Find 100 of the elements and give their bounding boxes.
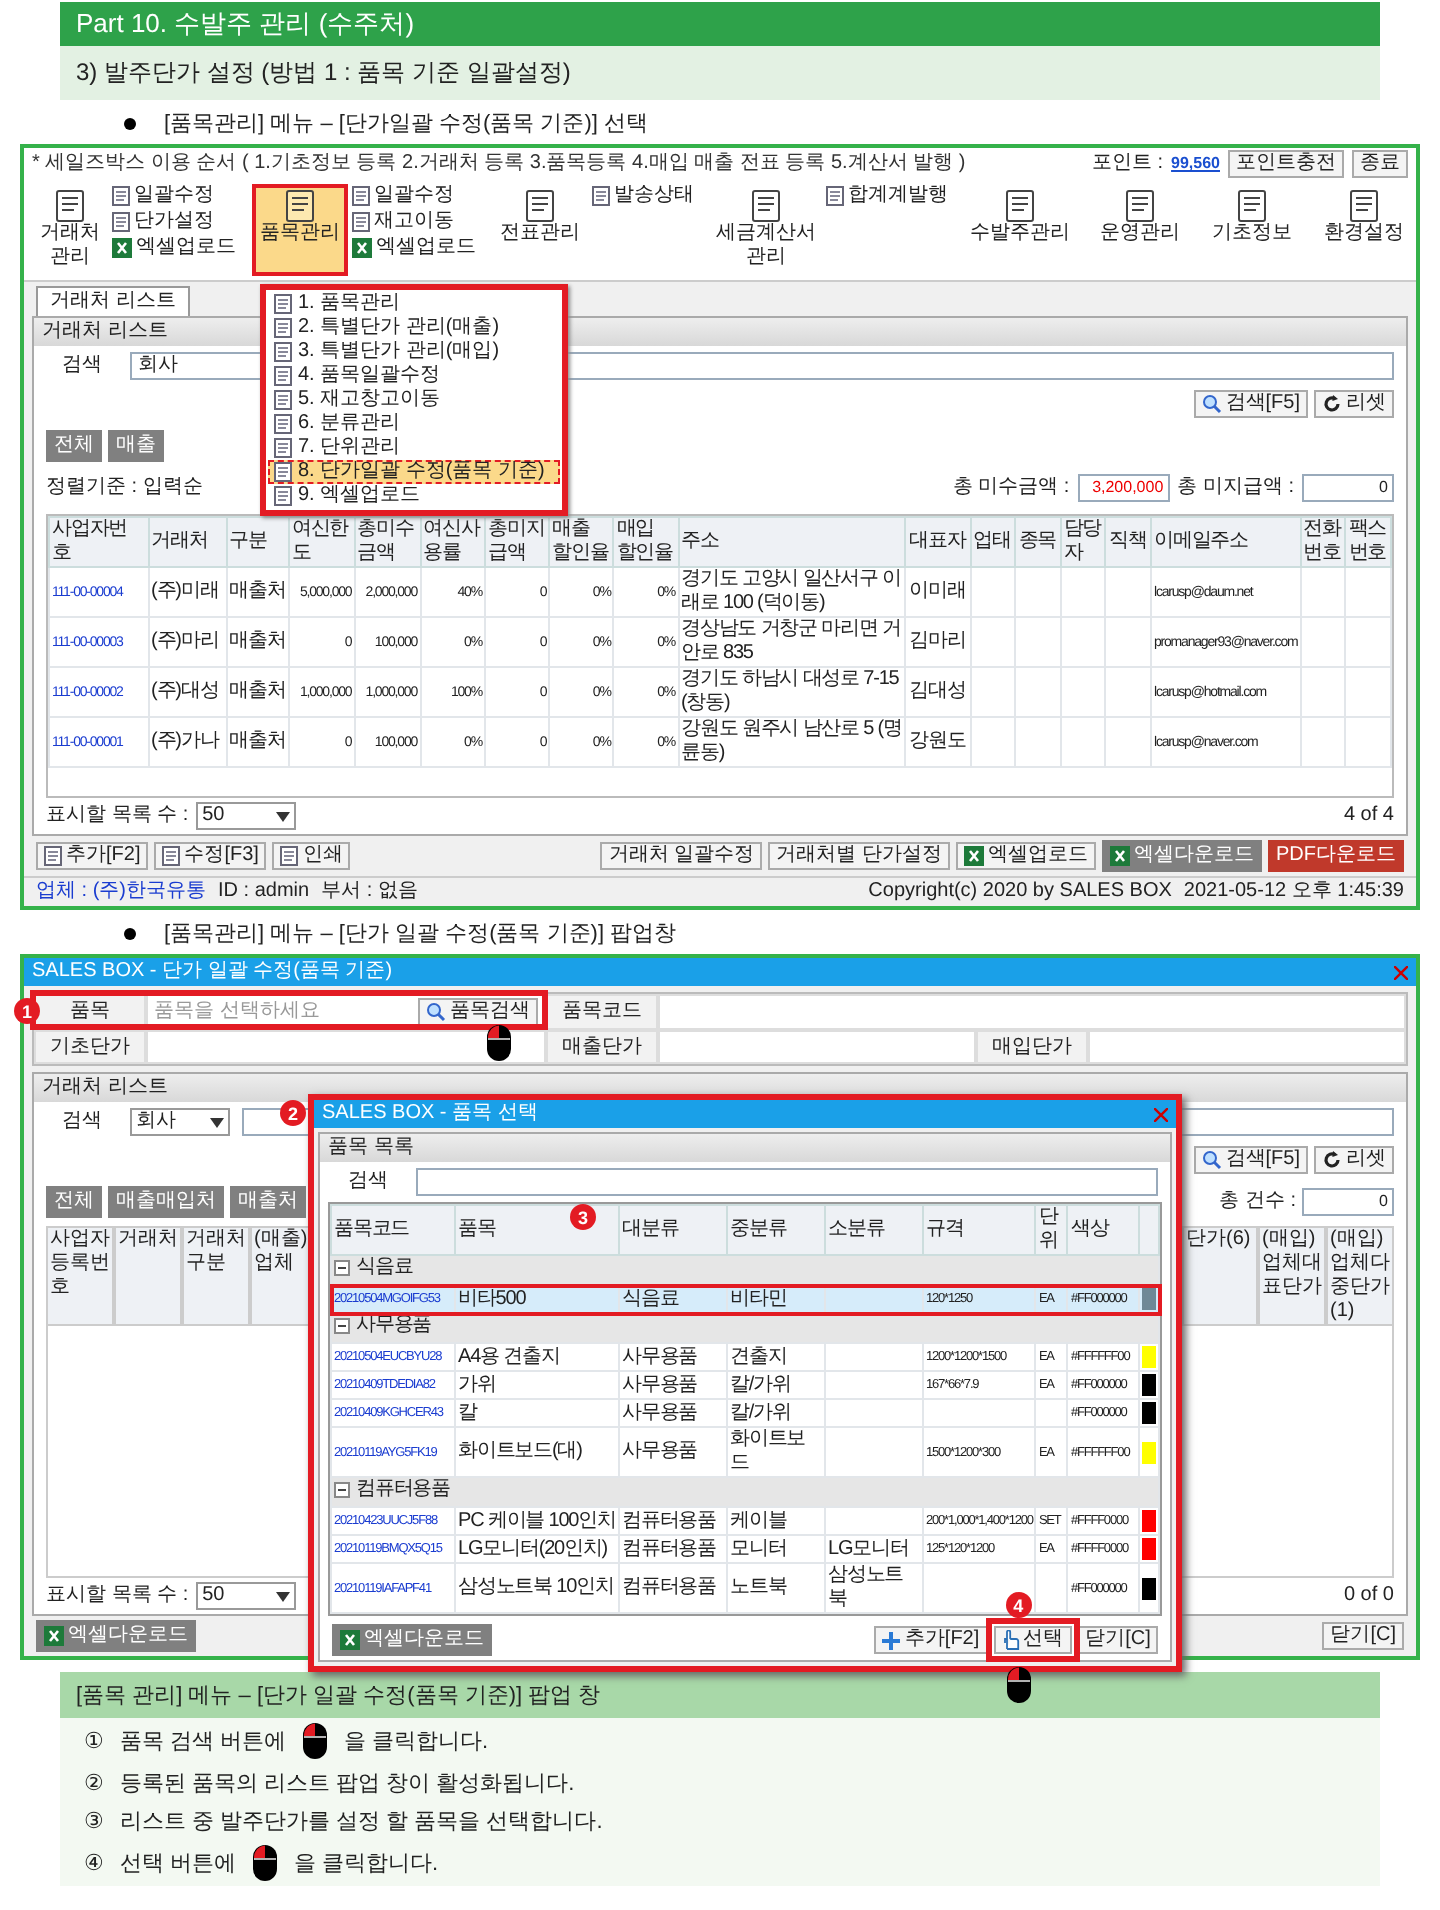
ribbon-button[interactable]: 운영관리 [1092,184,1188,276]
filter-tab[interactable]: 매출 [108,430,164,462]
add-button[interactable]: 추가[F2] [874,1626,988,1654]
ribbon-item[interactable]: 재고이동 [352,210,476,234]
caret-icon[interactable] [276,1591,291,1601]
column-header[interactable]: 여신한도 [291,518,352,566]
step-text: 을 클릭합니다. [344,1728,489,1756]
collapse-icon[interactable] [334,1260,350,1276]
page-size-select[interactable]: 50 [196,1582,297,1610]
table-cell: 김마리 [908,630,966,652]
ribbon-button[interactable]: 수발주관리 [964,184,1076,276]
reset-button[interactable]: 리셋 [1314,390,1394,418]
group-label: 식음료 [356,1256,413,1280]
caret-icon[interactable] [210,1117,224,1127]
excel-download-button[interactable]: 엑셀다운로드 [36,1620,196,1652]
action-button[interactable]: 거래처별 단가설정 [768,842,950,870]
column-header[interactable]: 팩스번호 [1348,518,1388,566]
table-cell: 칼 [458,1401,477,1423]
ribbon-item[interactable]: 발송상태 [592,184,694,208]
filter-tab[interactable]: 매출매입처 [108,1186,224,1218]
ribbon-item[interactable]: 일괄수정 [352,184,476,208]
ribbon-button[interactable]: 기초정보 [1204,184,1300,276]
sort-label: 정렬기준 : 입력순 [46,476,203,500]
column-header[interactable]: 매입 할인율 [616,518,676,566]
top-button[interactable]: 종료 [1352,150,1408,178]
column-header[interactable]: 매출 할인율 [552,518,611,566]
action-button[interactable]: PDF다운로드 [1268,840,1404,872]
select-button[interactable]: 선택 [993,1626,1072,1654]
ribbon-item[interactable]: 단가설정 [112,210,236,234]
action-button[interactable]: 추가[F2] [36,842,149,870]
column-header[interactable]: 단위 [1038,1206,1065,1254]
collapse-icon[interactable] [334,1318,350,1334]
spreadsheet-icon [44,1626,64,1646]
action-button[interactable]: 엑셀업로드 [956,842,1096,870]
page-size-select[interactable]: 50 [196,802,297,830]
pager-text: 0 of 0 [1343,1584,1394,1608]
table-cell: 매출처 [229,580,286,602]
column-header[interactable]: 거래처 [114,1226,182,1326]
column-header[interactable]: 사업자번호 [52,518,146,566]
table-cell: 매출처 [229,730,286,752]
action-button[interactable]: 인쇄 [272,842,351,870]
table-cell: 경상남도 거창군 마리면 거안로 835 [681,618,901,664]
search-icon [426,1002,446,1022]
close-button[interactable]: 닫기[C] [1322,1622,1404,1650]
table-cell: 강원도 [908,730,966,752]
spreadsheet-icon [352,238,372,258]
table-cell: 케이블 [730,1509,787,1531]
document-icon [274,318,292,338]
filter-tab[interactable]: 매출처 [230,1186,306,1218]
filter-tab[interactable]: 전체 [46,430,102,462]
search-select[interactable]: 회사 [130,1108,230,1136]
table-cell: 컴퓨터용품 [622,1537,717,1559]
ribbon-item[interactable]: 합계계발행 [826,184,948,208]
top-button[interactable]: 포인트충전 [1228,150,1344,178]
refresh-icon [1322,1150,1342,1170]
reset-button[interactable]: 리셋 [1314,1146,1394,1174]
ribbon-button[interactable]: 전표관리 [492,184,588,276]
action-button[interactable]: 수정[F3] [154,842,267,870]
filter-tab[interactable]: 전체 [46,1186,102,1218]
instruction-title: [품목 관리] 메뉴 – [단가 일괄 수정(품목 기준)] 팝업 창 [60,1672,1380,1718]
column-header[interactable]: (매입)업체다중단가(1) [1326,1226,1394,1326]
column-header[interactable]: (매입)업체대표단가 [1258,1226,1326,1326]
column-header[interactable]: 사업자등록번호 [46,1226,114,1326]
column-header[interactable]: 거래처 구분 [182,1226,250,1326]
collapse-icon[interactable] [334,1482,350,1498]
column-header[interactable]: 총미지급액 [487,518,547,566]
module-icon [1122,190,1158,222]
points-link[interactable]: 99,560 [1171,152,1220,176]
ribbon-item[interactable]: 일괄수정 [112,184,236,208]
ribbon-button[interactable]: 거래처 관리 [32,184,108,276]
action-button[interactable]: 엑셀다운로드 [1102,840,1262,872]
ribbon-button[interactable]: 품목관리 [252,184,348,276]
column-header[interactable]: 전화번호 [1303,518,1343,566]
search-button[interactable]: 검색[F5] [1193,390,1308,418]
document-tab[interactable]: 거래처 리스트 [36,286,190,316]
ribbon-button[interactable]: 세금계산서 관리 [710,184,822,276]
ribbon-button[interactable]: 환경설정 [1316,184,1412,276]
search-button[interactable]: 검색[F5] [1193,1146,1308,1174]
table-cell: 경기도 하남시 대성로 7-15 (창동) [681,668,899,714]
module-icon [1002,190,1038,222]
receivable-field: 3,200,000 [1077,474,1170,502]
column-header[interactable]: 단가(6) [1182,1226,1258,1326]
menu-item[interactable]: 8. 단가일괄 수정(품목 기준) [268,460,560,484]
table-cell: 매출처 [229,630,286,652]
ribbon-item[interactable]: 엑셀업로드 [112,236,236,260]
column-header[interactable]: 총미수금액 [357,518,418,566]
step-number: ③ [84,1808,104,1834]
spreadsheet-icon [340,1630,360,1650]
caret-icon[interactable] [276,811,291,821]
excel-download-button[interactable]: 엑셀다운로드 [332,1624,492,1656]
search-label: 검색 [60,1110,104,1134]
close-button[interactable]: 닫기[C] [1077,1626,1159,1654]
ribbon-item[interactable]: 엑셀업로드 [352,236,476,260]
search-field[interactable] [416,1168,1159,1196]
action-button[interactable]: 거래처 일괄수정 [600,842,763,870]
search-icon [1201,1150,1222,1170]
column-header[interactable]: 담당자 [1063,518,1103,566]
document-icon [274,462,292,482]
column-header[interactable]: 여신사용률 [423,518,482,566]
item-search-button[interactable]: 품목검색 [418,998,538,1026]
